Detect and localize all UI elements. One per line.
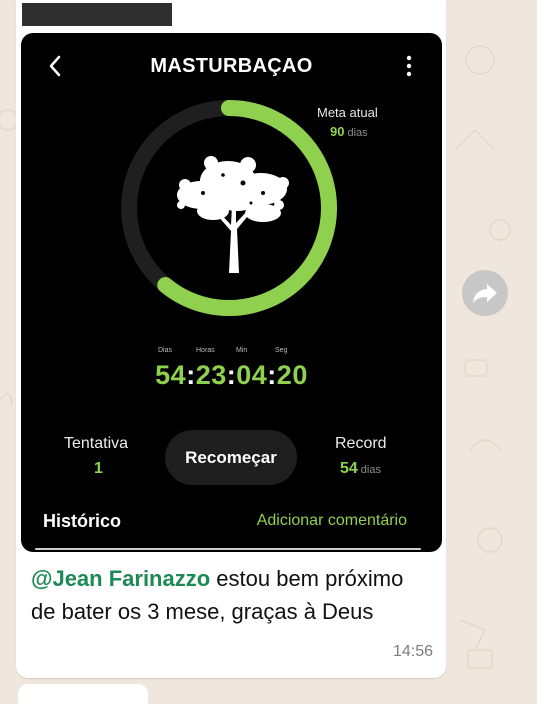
- record-unit: dias: [360, 464, 381, 476]
- timer-hours: 23: [195, 360, 227, 390]
- timer-days: 54: [155, 360, 187, 390]
- goal-value: 90 dias: [330, 124, 368, 139]
- attempts-value: 1: [94, 460, 103, 477]
- goal-unit: dias: [347, 127, 368, 139]
- message-timestamp: 14:56: [392, 643, 433, 660]
- attempts-label: Tentativa: [64, 435, 129, 452]
- redacted-sender-name: [22, 3, 172, 26]
- record-value: 54 dias: [340, 460, 381, 478]
- tree-icon: [177, 156, 289, 273]
- forward-arrow-icon: [473, 284, 497, 303]
- timer-label-minutes: Min: [236, 347, 248, 354]
- history-tab[interactable]: Histórico: [43, 511, 121, 532]
- add-comment-link[interactable]: Adicionar comentário: [257, 512, 407, 530]
- home-indicator: [35, 548, 421, 550]
- restart-button[interactable]: Recomeçar: [165, 430, 297, 485]
- forward-button[interactable]: [462, 270, 508, 316]
- timer-label-seconds: Seg: [275, 347, 288, 354]
- next-message-bubble: [18, 684, 148, 704]
- record-days: 54: [340, 460, 358, 477]
- timer-label-days: Dias: [158, 347, 173, 354]
- countdown-timer: 54:23:04:20: [155, 360, 308, 390]
- timer-seconds: 20: [276, 360, 308, 390]
- mention-link[interactable]: @Jean Farinazzo: [31, 566, 210, 591]
- record-label: Record: [335, 435, 387, 452]
- app-title: MASTURBAÇAO: [150, 55, 313, 77]
- goal-days: 90: [330, 124, 345, 139]
- message-text: @Jean Farinazzo estou bem próximo de bat…: [31, 562, 411, 628]
- timer-label-hours: Horas: [196, 347, 215, 354]
- screenshot-attachment[interactable]: MASTURBAÇAO Meta atual 90 dias Dias Horas: [21, 33, 442, 552]
- kebab-menu-icon[interactable]: [402, 55, 416, 77]
- timer-minutes: 04: [236, 360, 268, 390]
- goal-label: Meta atual: [317, 105, 378, 120]
